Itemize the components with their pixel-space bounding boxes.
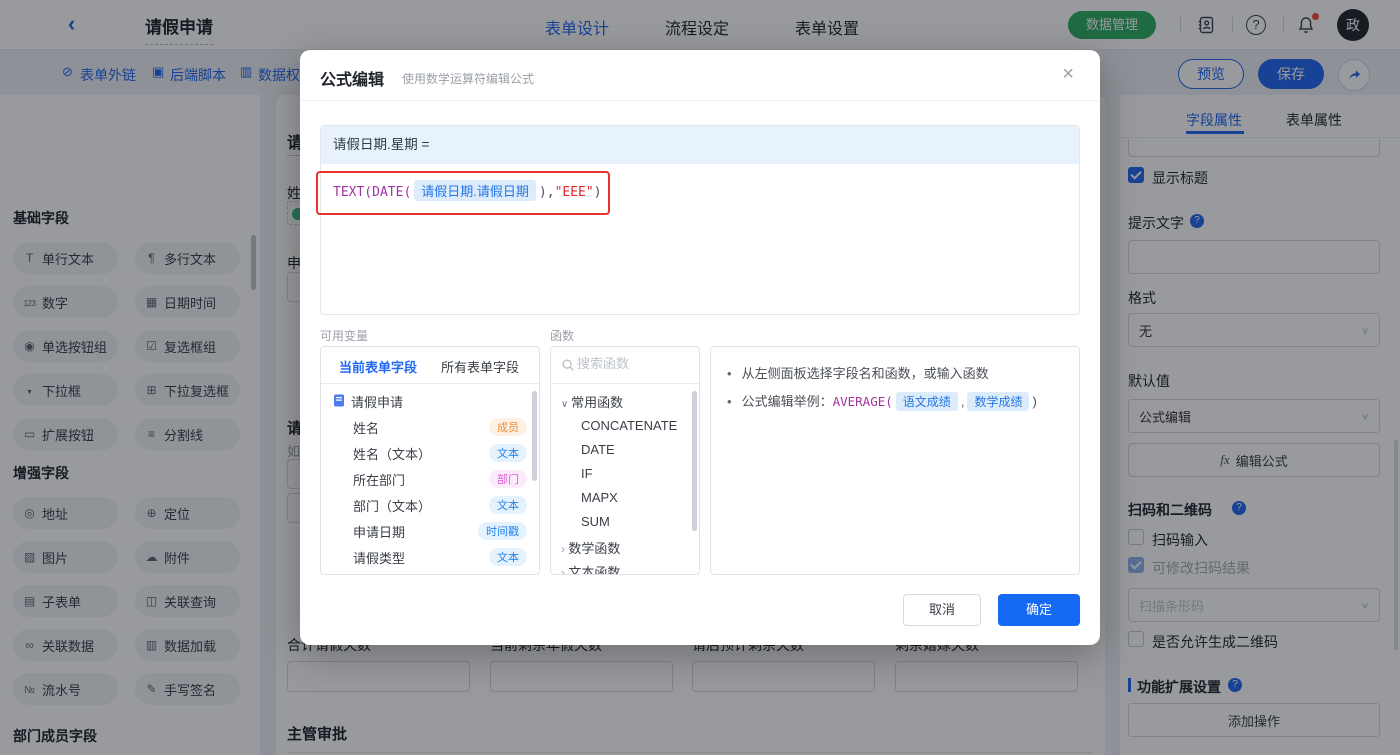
search-icon bbox=[562, 359, 574, 371]
modal-header-divider bbox=[300, 100, 1100, 101]
formula-editor-modal: 公式编辑 使用数学运算符编辑公式 请假日期.星期 = TEXT(DATE(请假日… bbox=[300, 50, 1100, 645]
form-designer-app: ‹ 请假申请 表单设计 流程设定 表单设置 数据管理 政 ⊘ 表单外链 ▣ 后端… bbox=[0, 0, 1400, 755]
tabs-divider bbox=[321, 383, 539, 384]
example-function: AVERAGE( bbox=[832, 394, 893, 409]
functions-label: 函数 bbox=[550, 329, 575, 343]
annotation-highlight-box bbox=[316, 171, 610, 215]
help-tip-2: 公式编辑举例：AVERAGE(语文成绩,数学成绩) bbox=[727, 391, 1037, 411]
function-group-math[interactable]: › 数学函数 bbox=[561, 538, 620, 557]
variables-tree-root[interactable]: 请假申请 bbox=[351, 392, 403, 411]
variable-row[interactable]: 姓名 bbox=[353, 418, 379, 437]
variable-row[interactable]: 申请日期 bbox=[353, 522, 405, 541]
cancel-button[interactable]: 取消 bbox=[903, 594, 981, 626]
formula-help-panel: 从左侧面板选择字段名和函数，或输入函数 公式编辑举例：AVERAGE(语文成绩,… bbox=[710, 346, 1080, 575]
variable-type-badge: 时间戳 bbox=[478, 522, 527, 540]
help-tip-1: 从左侧面板选择字段名和函数，或输入函数 bbox=[727, 363, 989, 382]
modal-subtitle: 使用数学运算符编辑公式 bbox=[402, 72, 535, 86]
variable-row[interactable]: 所在部门 bbox=[353, 470, 405, 489]
variables-panel: 当前表单字段 所有表单字段 请假申请 姓名 成员 姓名（文本） 文本 所在部门 部门 … bbox=[320, 346, 540, 575]
formula-editor[interactable]: 请假日期.星期 = TEXT(DATE(请假日期.请假日期),"EEE") bbox=[320, 125, 1080, 315]
function-group-label: 数学函数 bbox=[568, 541, 621, 556]
variable-type-badge: 文本 bbox=[489, 444, 527, 462]
function-item[interactable]: CONCATENATE bbox=[581, 418, 677, 433]
variable-row[interactable]: 姓名（文本） bbox=[353, 444, 431, 463]
function-search-input[interactable] bbox=[577, 356, 685, 371]
example-comma: , bbox=[960, 394, 965, 409]
example-field-chip: 语文成绩 bbox=[895, 392, 958, 411]
formula-target: 请假日期.星期 = bbox=[321, 126, 1079, 164]
search-divider bbox=[551, 383, 699, 384]
function-group-label: 文本函数 bbox=[568, 565, 621, 575]
function-group-label: 常用函数 bbox=[571, 395, 624, 410]
function-item[interactable]: DATE bbox=[581, 442, 615, 457]
chevron-down-icon: ∨ bbox=[561, 399, 572, 410]
variable-type-badge: 文本 bbox=[489, 496, 527, 514]
function-item[interactable]: MAPX bbox=[581, 490, 618, 505]
tab-all-form-fields[interactable]: 所有表单字段 bbox=[441, 357, 519, 376]
close-icon[interactable] bbox=[1062, 64, 1074, 84]
function-group-text[interactable]: › 文本函数 bbox=[561, 562, 621, 575]
function-item[interactable]: IF bbox=[581, 466, 593, 481]
tab-current-form-fields[interactable]: 当前表单字段 bbox=[339, 357, 417, 376]
example-prefix: 公式编辑举例： bbox=[741, 394, 833, 409]
function-item[interactable]: SUM bbox=[581, 514, 610, 529]
variables-label: 可用变量 bbox=[320, 329, 369, 343]
functions-panel: ∨ 常用函数 CONCATENATE DATE IF MAPX SUM › 数学… bbox=[550, 346, 700, 575]
confirm-button[interactable]: 确定 bbox=[998, 594, 1080, 626]
function-group-common[interactable]: ∨ 常用函数 bbox=[561, 392, 623, 411]
functions-scrollbar[interactable] bbox=[692, 391, 697, 531]
example-close-paren: ) bbox=[1032, 394, 1037, 409]
example-field-chip: 数学成绩 bbox=[967, 392, 1030, 411]
variable-type-badge: 成员 bbox=[489, 418, 527, 436]
variable-type-badge: 文本 bbox=[489, 548, 527, 566]
variable-row[interactable]: 请假类型 bbox=[353, 548, 405, 567]
modal-title: 公式编辑 bbox=[320, 72, 385, 89]
variable-type-badge: 部门 bbox=[489, 470, 527, 488]
variables-scrollbar[interactable] bbox=[532, 391, 537, 481]
form-doc-icon bbox=[334, 394, 344, 407]
variable-row[interactable]: 部门（文本） bbox=[353, 496, 431, 515]
